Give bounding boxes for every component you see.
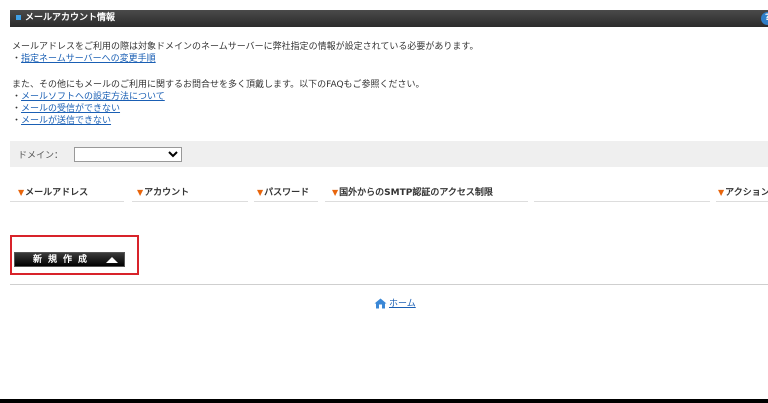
column-divider	[534, 201, 710, 202]
bottom-border	[0, 399, 768, 403]
col-account[interactable]: ▼アカウント	[137, 185, 189, 198]
column-divider	[254, 201, 318, 202]
header-square-icon	[16, 14, 21, 20]
link-row-nameserver: ・指定ネームサーバーへの変更手順	[12, 53, 156, 65]
home-icon	[374, 298, 387, 309]
col-email-label: メールアドレス	[25, 188, 89, 198]
mail-software-setup-link[interactable]: メールソフトへの設定方法について	[21, 92, 165, 102]
divider	[10, 284, 768, 285]
nameserver-guide-link[interactable]: 指定ネームサーバーへの変更手順	[21, 54, 156, 64]
home-link-row: ホーム	[374, 296, 416, 309]
bullet: ・	[12, 54, 22, 64]
column-divider	[10, 201, 124, 202]
sort-icon: ▼	[257, 188, 264, 197]
col-action[interactable]: ▼アクション	[718, 185, 768, 198]
sort-icon: ▼	[137, 188, 144, 197]
arrow-up-icon	[106, 257, 118, 263]
bullet: ・	[12, 104, 22, 114]
bullet: ・	[12, 116, 22, 126]
bullet: ・	[12, 92, 22, 102]
new-create-label: 新規作成	[33, 255, 94, 265]
sort-icon: ▼	[718, 188, 725, 197]
cannot-receive-link[interactable]: メールの受信ができない	[21, 104, 120, 114]
cannot-send-link[interactable]: メールが送信できない	[21, 116, 111, 126]
col-password[interactable]: ▼パスワード	[257, 185, 309, 198]
col-password-label: パスワード	[264, 188, 310, 198]
sort-icon: ▼	[332, 188, 339, 197]
domain-select[interactable]	[74, 147, 182, 162]
intro-text-2: また、その他にもメールのご利用に関するお問合せを多く頂戴します。以下のFAQもご…	[12, 80, 425, 90]
section-header: メールアカウント情報 ?	[10, 10, 768, 27]
home-link[interactable]: ホーム	[389, 299, 416, 309]
sort-icon: ▼	[18, 188, 25, 197]
intro-text-1: メールアドレスをご利用の際は対象ドメインのネームサーバーに弊社指定の情報が設定さ…	[12, 42, 479, 52]
col-action-label: アクション	[725, 188, 768, 198]
link-row-mail-software: ・メールソフトへの設定方法について	[12, 91, 165, 103]
column-divider	[716, 201, 768, 202]
help-icon[interactable]: ?	[761, 12, 768, 25]
section-title: メールアカウント情報	[25, 13, 116, 23]
domain-label: ドメイン：	[18, 151, 64, 161]
column-divider	[325, 201, 528, 202]
col-smtp-label: 国外からのSMTP認証のアクセス制限	[339, 188, 493, 198]
link-row-receive: ・メールの受信ができない	[12, 103, 120, 115]
col-account-label: アカウント	[144, 188, 190, 198]
domain-filter-bar: ドメイン：	[10, 141, 768, 167]
new-create-button[interactable]: 新規作成	[14, 252, 125, 267]
column-divider	[132, 201, 248, 202]
table-header: ▼メールアドレス ▼アカウント ▼パスワード ▼国外からのSMTP認証のアクセス…	[10, 182, 768, 202]
col-email[interactable]: ▼メールアドレス	[18, 185, 88, 198]
link-row-send: ・メールが送信できない	[12, 115, 111, 127]
col-smtp-restriction[interactable]: ▼国外からのSMTP認証のアクセス制限	[332, 185, 493, 198]
